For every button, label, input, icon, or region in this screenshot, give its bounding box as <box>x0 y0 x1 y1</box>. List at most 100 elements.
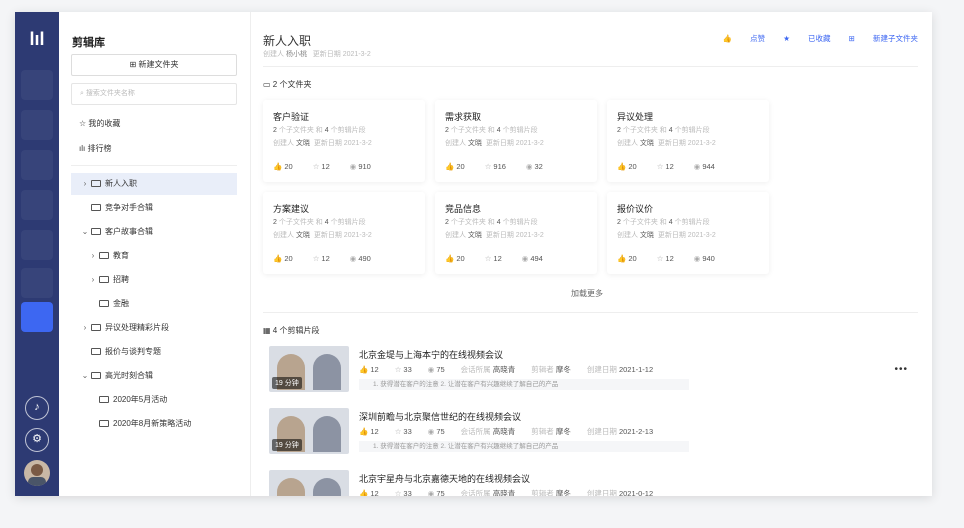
nav-item-4[interactable] <box>21 190 53 220</box>
like-stat[interactable]: 👍 12 <box>359 365 387 374</box>
tree-item[interactable]: ⌄ 客户故事合辑 <box>71 221 237 243</box>
like-stat[interactable]: 👍 20 <box>273 162 303 171</box>
duration-badge: 19 分钟 <box>272 439 302 451</box>
chevron-down-icon[interactable]: ⌄ <box>79 221 91 243</box>
star-stat[interactable]: ☆ 12 <box>657 162 684 171</box>
tree-item[interactable]: 2020年8月新策略活动 <box>71 413 237 435</box>
like-button[interactable]: 👍 点赞 <box>723 34 765 43</box>
clip-thumbnail[interactable]: 19 分钟 <box>269 346 349 392</box>
folder-title: 需求获取 <box>445 112 482 122</box>
folder-counts: 2 个子文件夹 和 4 个剪辑片段 <box>273 127 366 134</box>
folder-card[interactable]: 客户验证 2 个子文件夹 和 4 个剪辑片段 创建人 文晓 更新日期 2021-3-… <box>263 100 425 182</box>
nav-item-6[interactable] <box>21 268 53 298</box>
folder-card[interactable]: 报价议价 2 个子文件夹 和 4 个剪辑片段 创建人 文晓 更新日期 2021-3-… <box>607 192 769 274</box>
star-stat[interactable]: ☆ 916 <box>485 162 516 171</box>
star-icon: ☆ <box>656 162 664 171</box>
folder-icon <box>91 180 101 187</box>
new-folder-button[interactable]: ⊞ 新建文件夹 <box>71 54 237 76</box>
nav-item-clip-library[interactable] <box>21 302 53 332</box>
avatar[interactable] <box>24 460 50 486</box>
nav-item-3[interactable] <box>21 150 53 180</box>
chevron-right-icon[interactable]: › <box>79 173 91 195</box>
new-subfolder-button[interactable]: ⊞ 新建子文件夹 <box>849 34 918 43</box>
star-stat[interactable]: ☆ 33 <box>395 427 420 436</box>
folder-counts: 2 个子文件夹 和 4 个剪辑片段 <box>617 127 710 134</box>
duration-badge: 19 分钟 <box>272 377 302 389</box>
clip-title[interactable]: 北京金堤与上海本宁的在线视频会议 <box>359 348 503 361</box>
star-stat[interactable]: ☆ 12 <box>485 254 512 263</box>
folder-card[interactable]: 竞品信息 2 个子文件夹 和 4 个剪辑片段 创建人 文晓 更新日期 2021-3-… <box>435 192 597 274</box>
tree-item[interactable]: 竞争对手合辑 <box>71 197 237 219</box>
like-stat[interactable]: 👍 20 <box>273 254 303 263</box>
thumbs-up-icon: 👍 <box>445 162 455 171</box>
clip-title[interactable]: 北京宇星舟与北京嘉德天地的在线视频会议 <box>359 472 530 485</box>
clip-row[interactable]: 北京宇星舟与北京嘉德天地的在线视频会议 👍 12 ☆ 33 ◉ 75 会话所属 高晓青 剪辑者 … <box>263 466 918 496</box>
folder-icon <box>99 420 109 427</box>
clip-thumbnail[interactable]: 19 分钟 <box>269 408 349 454</box>
clip-stats: 👍 12 ☆ 33 ◉ 75 会话所属 高晓青 剪辑者 摩冬 创建日期 2021-0-12 <box>359 489 654 496</box>
view-stat: ◉ 940 <box>693 254 715 263</box>
nav-item-2[interactable] <box>21 110 53 140</box>
clip-title[interactable]: 深圳前瞻与北京聚信世纪的在线视频会议 <box>359 410 521 423</box>
chevron-right-icon[interactable]: › <box>79 317 91 339</box>
chevron-down-icon[interactable]: ⌄ <box>79 365 91 387</box>
folder-icon: ▭ <box>263 80 273 89</box>
like-stat[interactable]: 👍 20 <box>445 254 475 263</box>
sidebar-item-ranking[interactable]: ılı 排行榜 <box>79 143 111 154</box>
view-stat: ◉ 75 <box>427 365 445 374</box>
app-logo[interactable]: lıl <box>25 28 49 50</box>
star-stat[interactable]: ☆ 33 <box>395 489 420 496</box>
tree-item[interactable]: ⌄ 高光时刻合辑 <box>71 365 237 387</box>
like-stat[interactable]: 👍 20 <box>617 254 647 263</box>
tree-item[interactable]: 2020年5月活动 <box>71 389 237 411</box>
folder-counts: 2 个子文件夹 和 4 个剪辑片段 <box>445 219 538 226</box>
like-stat[interactable]: 👍 20 <box>445 162 475 171</box>
folder-counts: 2 个子文件夹 和 4 个剪辑片段 <box>273 219 366 226</box>
star-stat[interactable]: ☆ 33 <box>395 365 420 374</box>
load-more-button[interactable]: 加载更多 <box>571 288 603 299</box>
settings-icon[interactable]: ⚙ <box>25 428 49 452</box>
star-stat[interactable]: ☆ 12 <box>313 162 340 171</box>
tree-item-new-hire[interactable]: › 新人入职 <box>71 173 237 195</box>
folder-card[interactable]: 需求获取 2 个子文件夹 和 4 个剪辑片段 创建人 文晓 更新日期 2021-3-… <box>435 100 597 182</box>
like-stat[interactable]: 👍 12 <box>359 489 387 496</box>
folder-card[interactable]: 方案建议 2 个子文件夹 和 4 个剪辑片段 创建人 文晓 更新日期 2021-3-… <box>263 192 425 274</box>
favorited-button[interactable]: ★ 已收藏 <box>783 34 830 43</box>
folder-card[interactable]: 异议处理 2 个子文件夹 和 4 个剪辑片段 创建人 文晓 更新日期 2021-3-… <box>607 100 769 182</box>
page-meta: 创建人 杨小桃 更新日期 2021-3-2 <box>263 51 371 58</box>
like-stat[interactable]: 👍 20 <box>617 162 647 171</box>
folder-meta: 创建人 文晓 更新日期 2021-3-2 <box>617 140 716 147</box>
tree-item[interactable]: 金融 <box>71 293 237 315</box>
chevron-right-icon[interactable]: › <box>87 245 99 267</box>
header-actions: 👍 点赞 ★ 已收藏 ⊞ 新建子文件夹 <box>707 33 918 44</box>
bell-icon[interactable]: ♪ <box>25 396 49 420</box>
thumbs-up-icon: 👍 <box>617 254 627 263</box>
nav-item-5[interactable] <box>21 230 53 260</box>
tree-item[interactable]: › 教育 <box>71 245 237 267</box>
folder-stats: 👍 20 ☆ 12 ◉ 910 <box>273 162 391 171</box>
clip-stats: 👍 12 ☆ 33 ◉ 75 会话所属 高晓青 剪辑者 摩冬 创建日期 2021-2-13 <box>359 427 654 436</box>
folder-search-input[interactable]: ⌕ 搜索文件夹名称 <box>71 83 237 105</box>
chevron-right-icon[interactable]: › <box>87 269 99 291</box>
view-stat: ◉ 910 <box>349 162 371 171</box>
tree-item[interactable]: 报价与谈判专题 <box>71 341 237 363</box>
tree-item[interactable]: › 招聘 <box>71 269 237 291</box>
view-stat: ◉ 944 <box>693 162 715 171</box>
clip-row[interactable]: 19 分钟 北京金堤与上海本宁的在线视频会议 👍 12 ☆ 33 ◉ 75 会话所属 高晓青 剪辑… <box>263 342 918 398</box>
star-stat[interactable]: ☆ 12 <box>313 254 340 263</box>
nav-item-1[interactable] <box>21 70 53 100</box>
folder-meta: 创建人 文晓 更新日期 2021-3-2 <box>445 140 544 147</box>
folder-stats: 👍 20 ☆ 916 ◉ 32 <box>445 162 563 171</box>
clip-row[interactable]: 19 分钟 深圳前瞻与北京聚信世纪的在线视频会议 👍 12 ☆ 33 ◉ 75 会话所属 高晓青… <box>263 404 918 460</box>
eye-icon: ◉ <box>427 365 435 374</box>
sidebar-item-favorites[interactable]: ☆ 我的收藏 <box>79 118 120 129</box>
more-options-icon[interactable]: ••• <box>894 364 908 375</box>
like-stat[interactable]: 👍 12 <box>359 427 387 436</box>
folder-icon <box>91 348 101 355</box>
clip-thumbnail[interactable] <box>269 470 349 496</box>
folder-counts: 2 个子文件夹 和 4 个剪辑片段 <box>445 127 538 134</box>
folder-stats: 👍 20 ☆ 12 ◉ 494 <box>445 254 563 263</box>
tree-item[interactable]: › 异议处理精彩片段 <box>71 317 237 339</box>
clips-section-label: ▦ 4 个剪辑片段 <box>263 326 320 335</box>
star-stat[interactable]: ☆ 12 <box>657 254 684 263</box>
